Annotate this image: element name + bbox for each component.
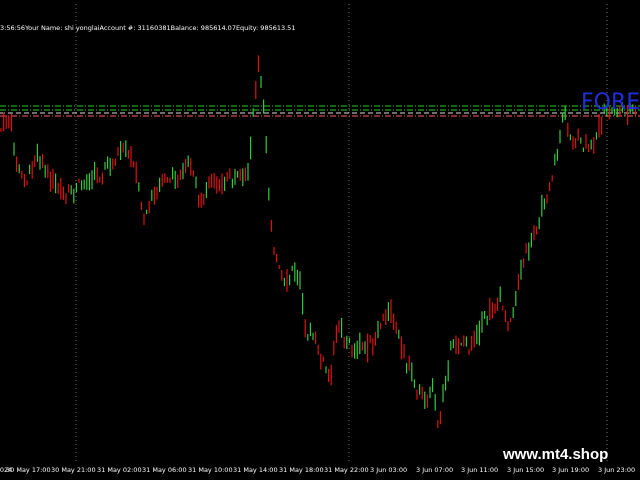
equity-label: Equity bbox=[235, 24, 257, 32]
time-label: 3 Jun 07:00 bbox=[416, 466, 454, 474]
time-label: 3 Jun 23:00 bbox=[598, 466, 636, 474]
time-label: 3 Jun 15:00 bbox=[507, 466, 545, 474]
site-watermark: www.mt4.shop bbox=[503, 446, 609, 463]
time-label: 31 May 14:00 bbox=[233, 466, 278, 474]
name-label: Your Name bbox=[25, 24, 61, 32]
time-label: 31 May 22:00 bbox=[324, 466, 369, 474]
balance-label: Balance bbox=[170, 24, 197, 32]
name-value: : shi yonglai bbox=[60, 24, 100, 32]
time-label: 3 Jun 03:00 bbox=[370, 466, 408, 474]
chart-area[interactable] bbox=[0, 0, 640, 480]
account-label: Account # bbox=[99, 24, 134, 32]
candlestick-chart[interactable] bbox=[0, 0, 640, 480]
time-label: 31 May 10:00 bbox=[188, 466, 233, 474]
account-info-bar: 3:56:56Your Name: shi yonglaiAccount #: … bbox=[0, 22, 295, 34]
time-label: 3 Jun 19:00 bbox=[552, 466, 590, 474]
account-value: : 31160381 bbox=[133, 24, 171, 32]
time-label: 30 May 21:00 bbox=[51, 466, 96, 474]
server-time: 3:56:56 bbox=[0, 24, 26, 32]
time-label: 31 May 06:00 bbox=[142, 466, 187, 474]
equity-value: : 985613.51 bbox=[256, 24, 296, 32]
time-label: 30 May 17:00 bbox=[6, 466, 51, 474]
balance-value: : 985614.07 bbox=[196, 24, 236, 32]
time-label: 31 May 18:00 bbox=[279, 466, 324, 474]
time-label: 3 Jun 11:00 bbox=[461, 466, 499, 474]
time-label: 31 May 02:00 bbox=[97, 466, 142, 474]
forex-logo-watermark: FORE bbox=[581, 90, 640, 115]
